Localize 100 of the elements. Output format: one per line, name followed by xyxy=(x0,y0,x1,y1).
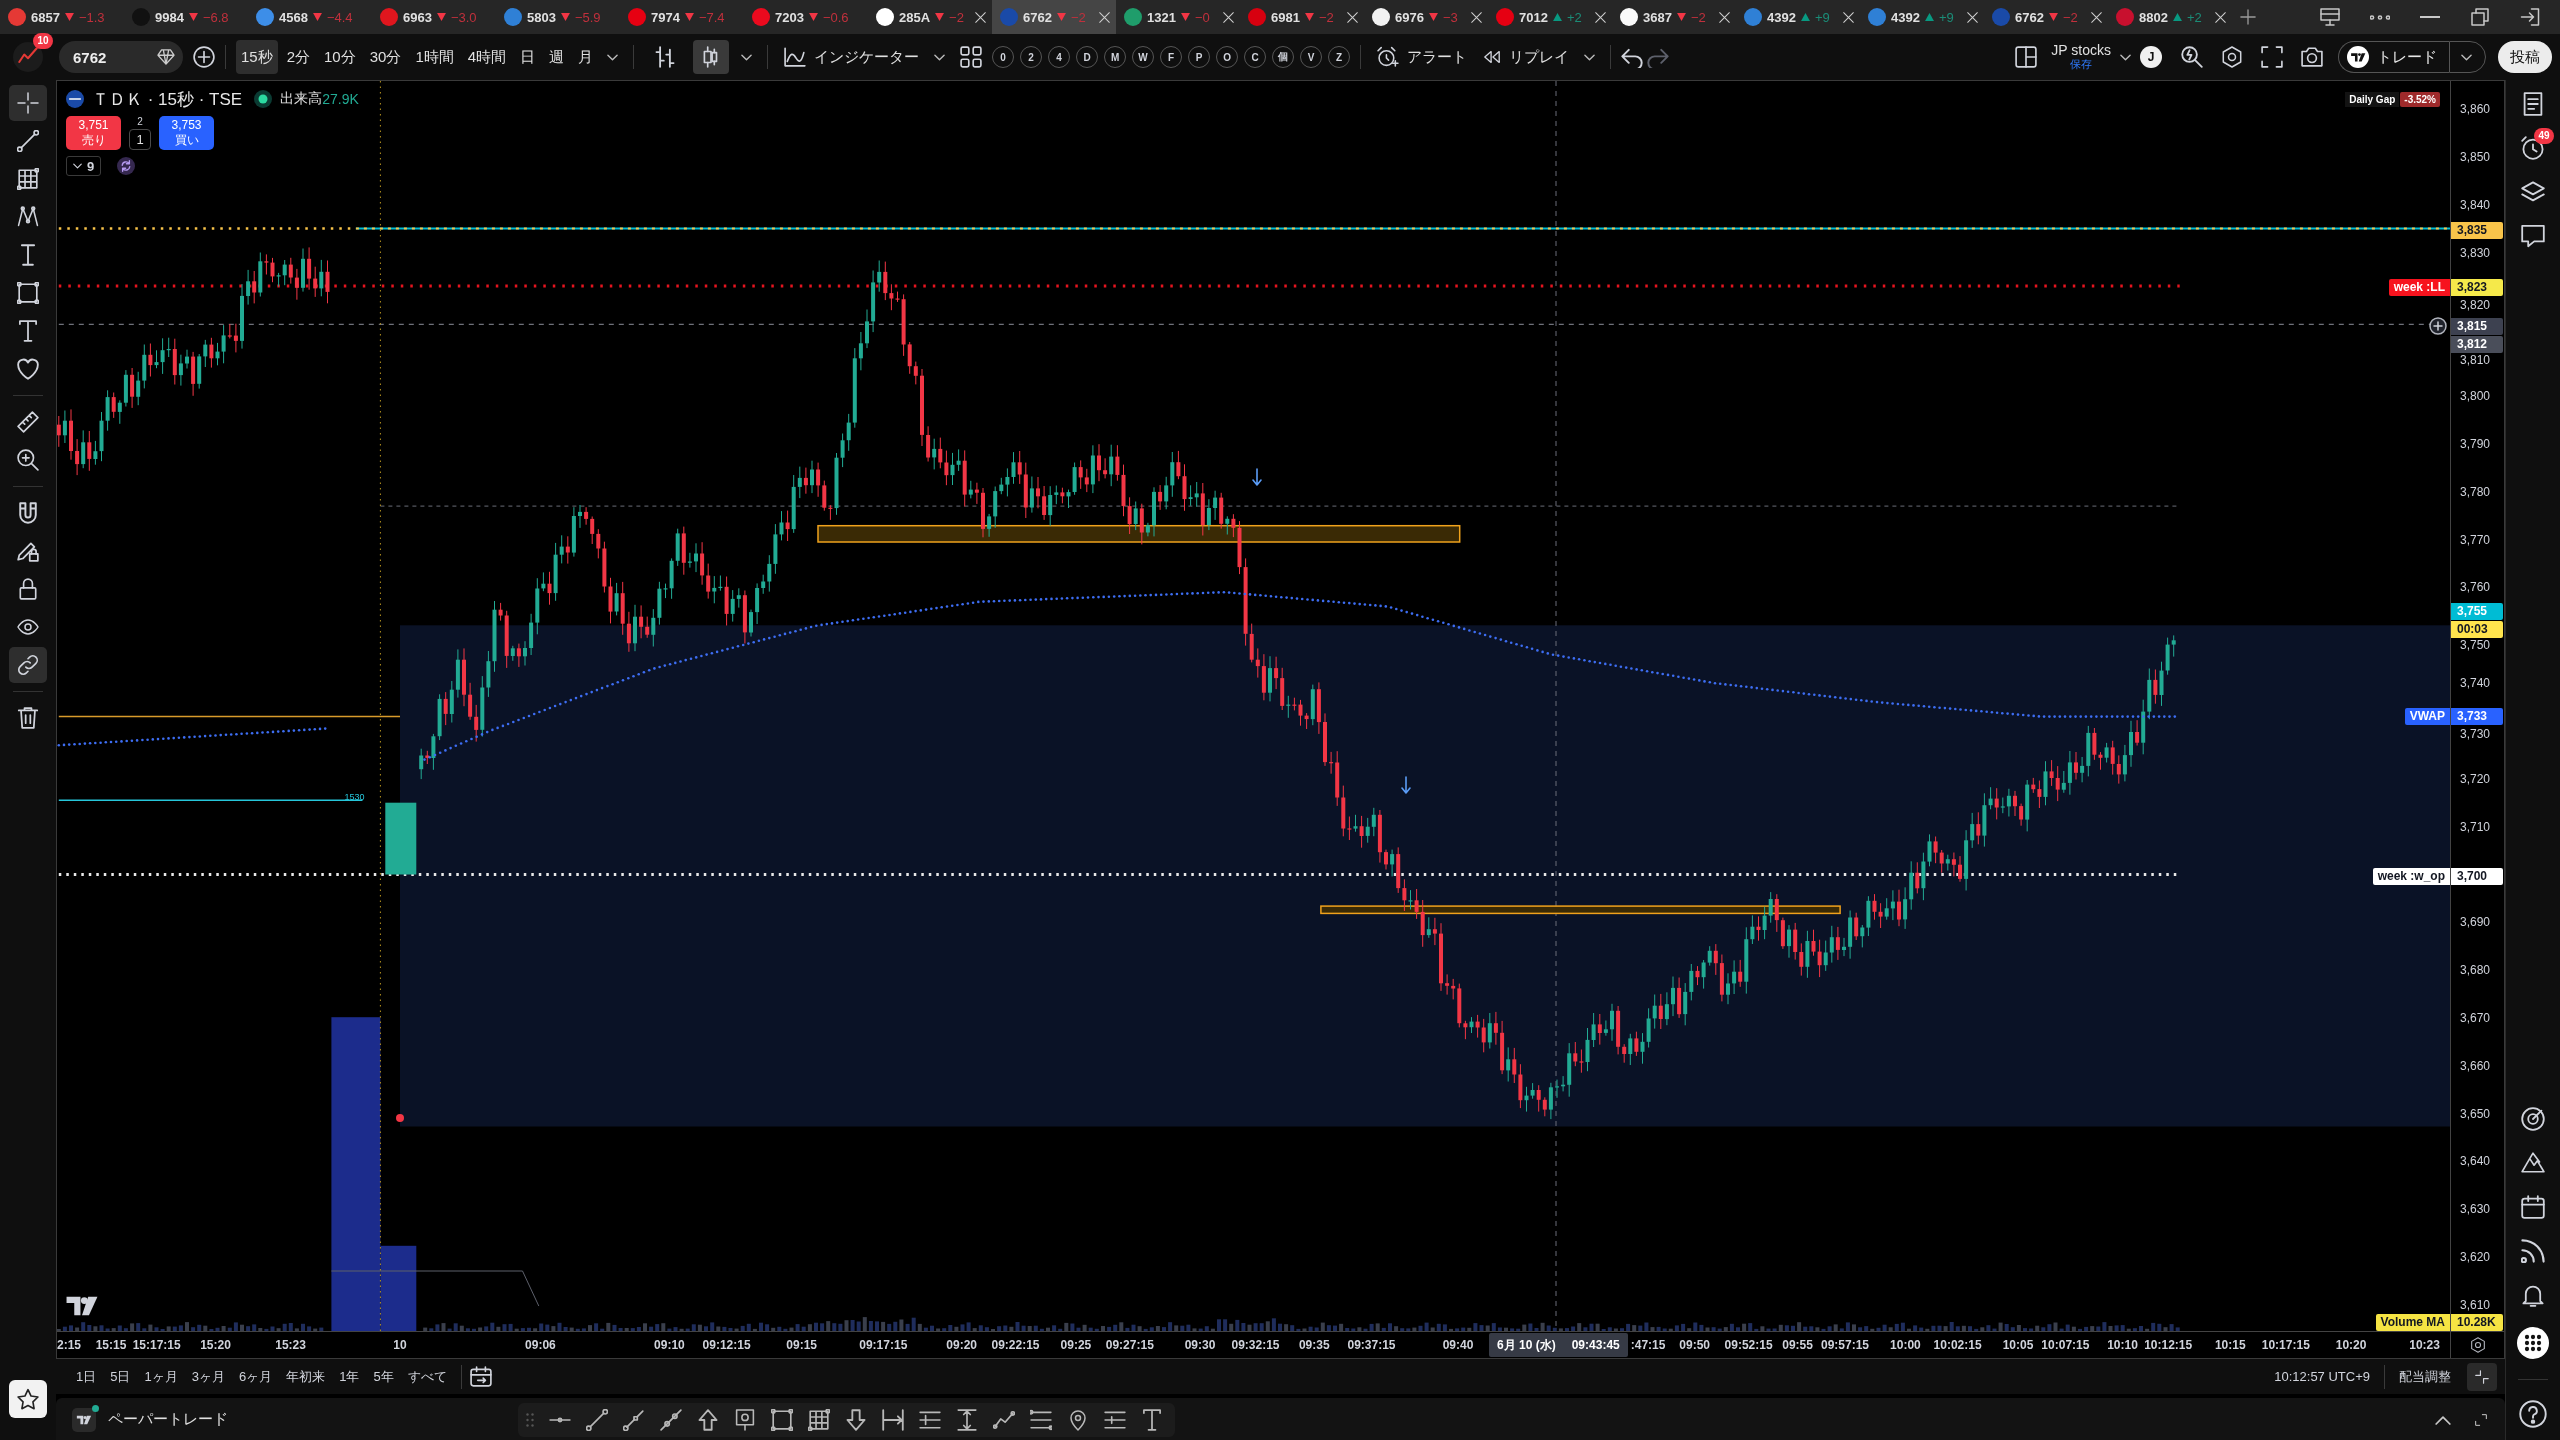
range-button[interactable]: 5年 xyxy=(367,1363,400,1390)
caret-icon[interactable] xyxy=(607,53,619,61)
text-tool-icon[interactable] xyxy=(1141,1409,1163,1431)
tool-button[interactable] xyxy=(9,647,47,683)
line-icon[interactable] xyxy=(586,1409,608,1431)
alert-button[interactable]: アラート xyxy=(1371,40,1474,74)
lines-icon[interactable] xyxy=(919,1409,941,1431)
interval-button[interactable]: 週 xyxy=(544,40,570,74)
tab[interactable]: 9984 −6.8 xyxy=(124,0,248,34)
segment-icon[interactable] xyxy=(660,1409,682,1431)
range-button[interactable]: 5日 xyxy=(104,1363,137,1390)
fullscreen-icon[interactable] xyxy=(2261,46,2283,68)
tab[interactable]: 285A −2 xyxy=(868,0,992,34)
tab[interactable]: 8802 +2 xyxy=(2108,0,2232,34)
gem-icon[interactable] xyxy=(157,49,175,65)
quick-search-icon[interactable] xyxy=(2181,46,2203,68)
range-button[interactable]: 3ヶ月 xyxy=(185,1363,231,1390)
tab[interactable]: 6981 −2 xyxy=(1240,0,1364,34)
caret-icon[interactable] xyxy=(2120,53,2131,61)
mountain-icon[interactable] xyxy=(2521,1151,2545,1175)
caret-icon[interactable] xyxy=(934,53,946,61)
chat-icon[interactable] xyxy=(2521,224,2545,248)
tab[interactable]: 6963 −3.0 xyxy=(372,0,496,34)
price-range-icon[interactable] xyxy=(956,1409,978,1431)
tab[interactable]: 7974 −7.4 xyxy=(620,0,744,34)
more-icon[interactable] xyxy=(2370,14,2390,20)
list-icon[interactable] xyxy=(2521,92,2545,116)
close-icon[interactable] xyxy=(1843,11,1854,23)
caret-icon[interactable] xyxy=(1584,53,1596,61)
new-tab-icon[interactable] xyxy=(2240,9,2256,25)
lines-icon[interactable] xyxy=(1104,1409,1126,1431)
interval-button[interactable]: 10分 xyxy=(319,40,361,74)
close-icon[interactable] xyxy=(1967,11,1978,23)
range-button[interactable]: すべて xyxy=(401,1363,453,1390)
restore-icon[interactable] xyxy=(2470,8,2490,26)
interval-button[interactable]: 4時間 xyxy=(462,40,512,74)
tab[interactable]: 6857 −1.3 xyxy=(0,0,124,34)
undo-icon[interactable] xyxy=(1621,46,1644,68)
up-arrow-icon[interactable] xyxy=(697,1409,719,1431)
layout-grid-icon[interactable] xyxy=(960,46,983,68)
split-layout-icon[interactable] xyxy=(2015,46,2038,68)
refresh-icon[interactable] xyxy=(117,157,136,175)
help-icon[interactable] xyxy=(2519,1400,2547,1428)
calendar-range-icon[interactable] xyxy=(469,1365,492,1388)
tab[interactable]: 5803 −5.9 xyxy=(496,0,620,34)
target-icon[interactable] xyxy=(2521,1107,2545,1131)
pin-icon[interactable] xyxy=(1067,1409,1089,1431)
close-icon[interactable] xyxy=(1099,11,1110,23)
interval-button[interactable]: 日 xyxy=(515,40,541,74)
layout-menu-button[interactable]: JP stocks 保存 xyxy=(2051,43,2111,71)
tab[interactable]: 3687 −2 xyxy=(1612,0,1736,34)
bell-icon[interactable] xyxy=(2521,1283,2545,1307)
settings-icon[interactable] xyxy=(2469,1337,2486,1353)
ray-icon[interactable] xyxy=(623,1409,645,1431)
panel-layout-icon[interactable] xyxy=(2320,8,2340,26)
symbol-field[interactable]: 6762 xyxy=(59,41,183,73)
favorites-button[interactable] xyxy=(9,1380,47,1418)
polyline-icon[interactable] xyxy=(993,1409,1015,1431)
range-button[interactable]: 年初来 xyxy=(280,1363,332,1390)
price-label-icon[interactable] xyxy=(734,1409,756,1431)
settings-icon[interactable] xyxy=(2221,46,2243,68)
range-button[interactable]: 1ヶ月 xyxy=(138,1363,184,1390)
add-symbol-icon[interactable] xyxy=(193,46,215,68)
tab[interactable]: 7012 +2 xyxy=(1488,0,1612,34)
sell-button[interactable]: 3,751 売り xyxy=(66,116,121,150)
adjustment-button[interactable]: 配当調整 xyxy=(2393,1363,2457,1390)
close-icon[interactable] xyxy=(975,11,986,23)
layers-icon[interactable] xyxy=(2521,180,2545,204)
tab[interactable]: 6762 −2 xyxy=(992,0,1116,34)
down-arrow-icon[interactable] xyxy=(845,1409,867,1431)
replay-button[interactable]: リプレイ xyxy=(1477,40,1576,74)
parallel-lines-icon[interactable] xyxy=(1030,1409,1052,1431)
tool-button[interactable] xyxy=(9,85,47,121)
collapse-indicators-button[interactable]: 9 xyxy=(66,156,102,176)
avatar-icon[interactable] xyxy=(13,42,43,72)
collapse-button[interactable] xyxy=(2467,1362,2497,1391)
chevron-up-icon[interactable] xyxy=(2435,1413,2451,1426)
square-icon[interactable] xyxy=(771,1409,793,1431)
date-range-icon[interactable] xyxy=(882,1409,904,1431)
chart-style-button[interactable] xyxy=(693,40,730,74)
interval-button[interactable]: 月 xyxy=(573,40,599,74)
range-button[interactable]: 1日 xyxy=(70,1363,103,1390)
quantity-field[interactable]: 1 xyxy=(129,129,151,150)
exit-icon[interactable] xyxy=(2520,8,2540,26)
feed-icon[interactable] xyxy=(2521,1239,2545,1263)
tab[interactable]: 4392 +9 xyxy=(1860,0,1984,34)
close-icon[interactable] xyxy=(1347,11,1358,23)
tab[interactable]: 6976 −3 xyxy=(1364,0,1488,34)
publish-button[interactable]: 投稿 xyxy=(2498,41,2552,73)
tab[interactable]: 6762 −2 xyxy=(1984,0,2108,34)
range-button[interactable]: 1年 xyxy=(333,1363,366,1390)
close-icon[interactable] xyxy=(2091,11,2102,23)
drag-handle-icon[interactable] xyxy=(526,1413,534,1427)
interval-button[interactable]: 30分 xyxy=(364,40,407,74)
close-icon[interactable] xyxy=(1595,11,1606,23)
add-alert-icon[interactable] xyxy=(2429,317,2447,335)
range-button[interactable]: 6ヶ月 xyxy=(232,1363,279,1390)
grid-icon[interactable] xyxy=(808,1409,830,1431)
close-icon[interactable] xyxy=(2215,11,2226,23)
close-icon[interactable] xyxy=(1471,11,1482,23)
